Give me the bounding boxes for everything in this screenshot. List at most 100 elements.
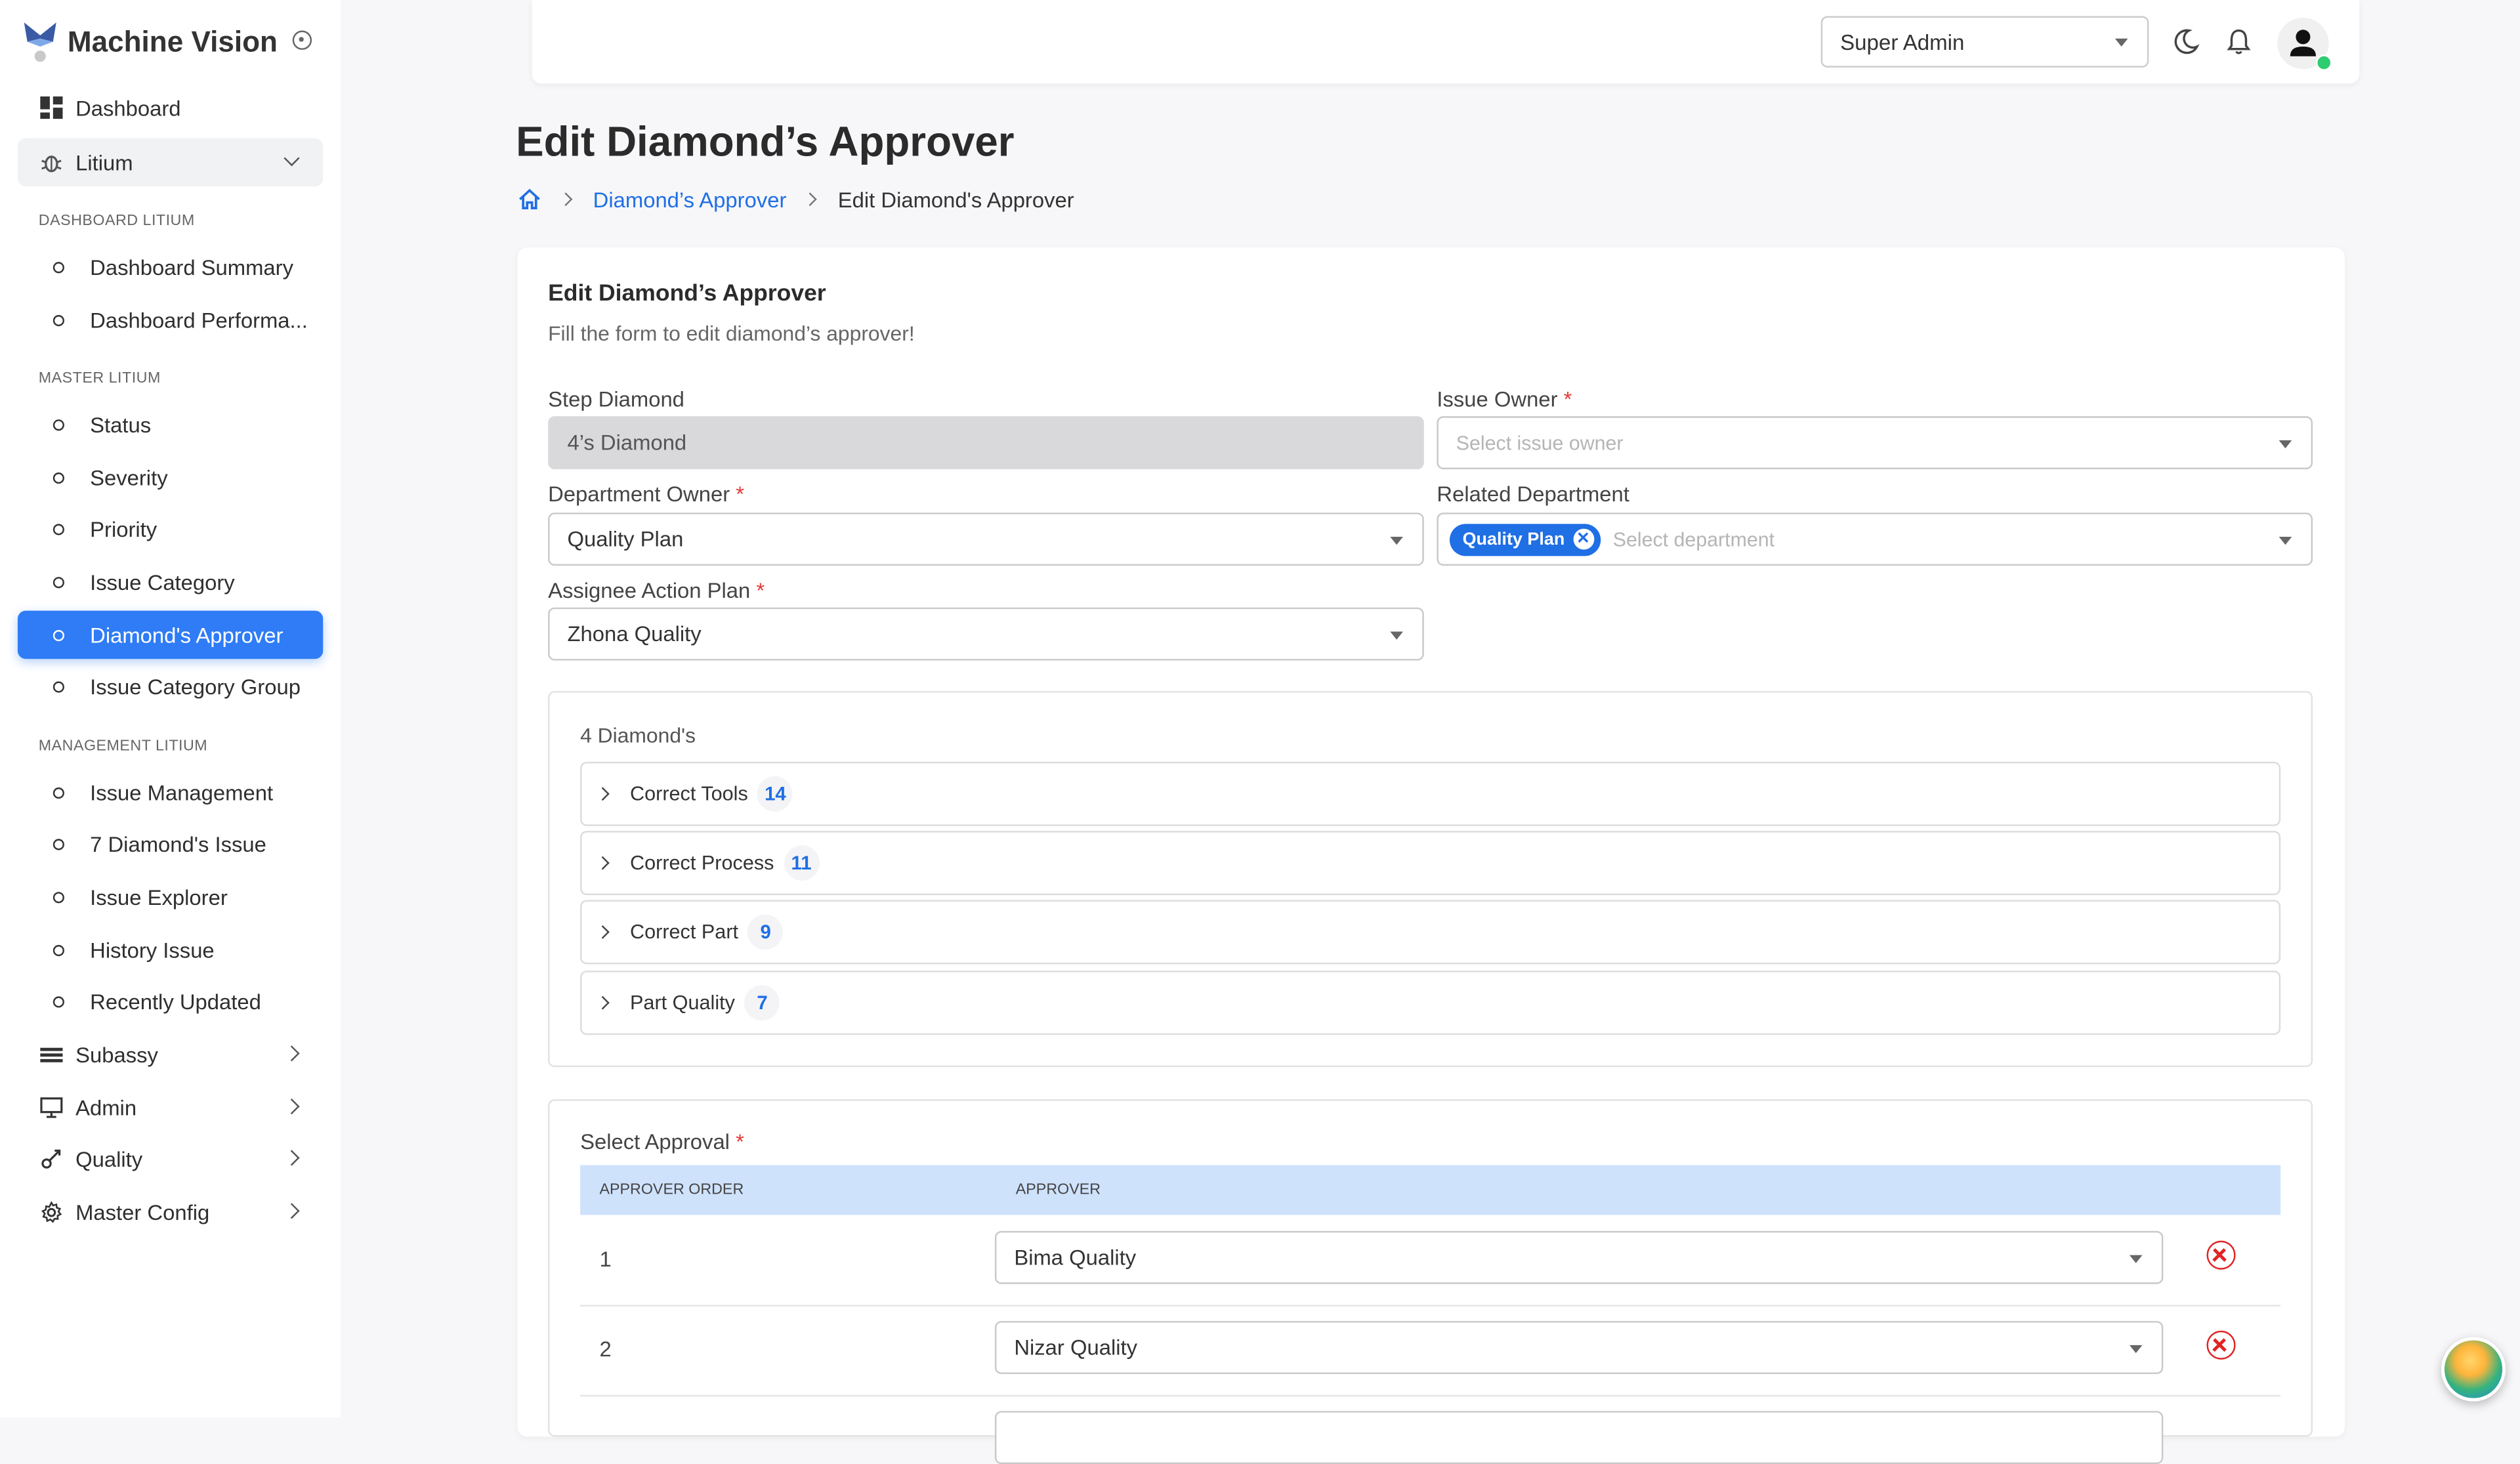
chevron-right-icon: [284, 1045, 300, 1062]
department-owner-select[interactable]: Quality Plan: [548, 512, 1424, 566]
step-diamond-field: 4’s Diamond: [548, 416, 1424, 470]
assignee-action-plan-label: Assignee Action Plan *: [548, 578, 765, 603]
column-approver-order: APPROVER ORDER: [599, 1181, 744, 1199]
approver-value: Bima Quality: [1014, 1245, 1137, 1270]
sidebar-item-diamonds-approver[interactable]: Diamond's Approver: [17, 610, 324, 659]
accordion-label: Correct Process: [630, 851, 774, 875]
approver-select[interactable]: Nizar Quality: [994, 1321, 2164, 1374]
step-diamond-value: 4’s Diamond: [567, 430, 687, 455]
logo-icon: [24, 22, 56, 62]
remove-approver-icon[interactable]: [2206, 1240, 2236, 1270]
remove-approver-icon[interactable]: [2206, 1330, 2236, 1360]
chevron-down-icon: [284, 150, 300, 167]
department-owner-label: Department Owner *: [548, 482, 745, 507]
sidebar-item-label: Dashboard Summary: [90, 255, 294, 279]
caret-down-icon: [1390, 536, 1403, 545]
sidebar-item-priority[interactable]: Priority: [18, 505, 323, 553]
chevron-right-icon: [284, 1098, 300, 1115]
chevron-right-icon: [595, 856, 610, 870]
sidebar-group-quality[interactable]: Quality: [18, 1135, 323, 1182]
count-badge: 14: [757, 776, 793, 812]
step-diamond-label: Step Diamond: [548, 387, 684, 411]
home-icon[interactable]: [518, 188, 542, 211]
approver-select[interactable]: [994, 1411, 2164, 1464]
circle-icon: [52, 314, 64, 325]
issue-owner-placeholder: Select issue owner: [1456, 431, 1624, 454]
row-divider: [580, 1394, 2281, 1397]
circle-icon: [52, 523, 64, 535]
breadcrumb-parent-link[interactable]: Diamond’s Approver: [593, 187, 787, 211]
section-management-litium: MANAGEMENT LITIUM: [38, 738, 208, 756]
quality-icon: [40, 1148, 62, 1170]
circle-icon: [52, 575, 64, 588]
sidebar-group-litium[interactable]: Litium: [17, 138, 324, 187]
sidebar-item-7-diamonds-issue[interactable]: 7 Diamond's Issue: [18, 820, 323, 868]
sidebar-item-dashboard-performance[interactable]: Dashboard Performa...: [18, 296, 323, 344]
sidebar-item-label: Priority: [90, 516, 158, 541]
chevron-right-icon: [595, 995, 610, 1010]
circle-icon: [52, 890, 64, 903]
sidebar-item-label: Severity: [90, 465, 168, 490]
page-title: Edit Diamond’s Approver: [516, 117, 1015, 166]
sidebar-item-status[interactable]: Status: [18, 400, 323, 448]
accordion-part-quality[interactable]: Part Quality 7: [580, 971, 2281, 1035]
sidebar-group-subassy[interactable]: Subassy: [18, 1030, 323, 1078]
select-approval-label: Select Approval *: [580, 1129, 744, 1154]
sidebar-item-dashboard[interactable]: Dashboard: [18, 83, 323, 131]
sidebar-item-label: Issue Explorer: [90, 885, 228, 909]
monitor-icon: [40, 1096, 63, 1118]
circle-icon: [52, 786, 64, 798]
accordion-correct-process[interactable]: Correct Process 11: [580, 831, 2281, 896]
chip-remove-icon[interactable]: ✕: [1572, 528, 1594, 550]
floating-assistant-button[interactable]: [2441, 1337, 2506, 1402]
breadcrumb: Diamond’s Approver Edit Diamond's Approv…: [518, 186, 1074, 212]
sidebar-item-recently-updated[interactable]: Recently Updated: [18, 977, 323, 1025]
sidebar-item-dashboard-summary[interactable]: Dashboard Summary: [18, 243, 323, 291]
sidebar-group-master-config[interactable]: Master Config: [18, 1188, 323, 1236]
approver-select[interactable]: Bima Quality: [994, 1230, 2164, 1284]
approval-table-header: APPROVER ORDER APPROVER: [580, 1165, 2281, 1215]
accordion-correct-tools[interactable]: Correct Tools 14: [580, 761, 2281, 826]
accordion-correct-part[interactable]: Correct Part 9: [580, 900, 2281, 965]
related-department-label: Related Department: [1437, 482, 1629, 507]
related-department-select[interactable]: Quality Plan ✕ Select department: [1437, 512, 2313, 566]
section-dashboard-litium: DASHBOARD LITIUM: [38, 212, 195, 230]
bell-icon[interactable]: [2224, 28, 2253, 56]
chevron-right-icon: [595, 787, 610, 801]
department-owner-value: Quality Plan: [567, 527, 684, 552]
sidebar-item-issue-management[interactable]: Issue Management: [18, 768, 323, 816]
approver-value: Nizar Quality: [1014, 1335, 1138, 1360]
chevron-right-icon: [284, 1203, 300, 1219]
caret-down-icon: [2114, 38, 2128, 47]
sidebar-item-label: Dashboard: [75, 95, 181, 120]
sidebar-toggle-icon[interactable]: [292, 30, 312, 50]
sidebar-item-label: Issue Category Group: [90, 674, 301, 699]
sidebar-item-severity[interactable]: Severity: [18, 453, 323, 501]
issue-owner-select[interactable]: Select issue owner: [1437, 416, 2313, 470]
sidebar-item-label: Litium: [75, 150, 133, 175]
sidebar-item-label: Status: [90, 412, 152, 436]
chevron-right-icon: [284, 1150, 300, 1166]
dark-mode-icon[interactable]: [2172, 28, 2200, 56]
sidebar-group-admin[interactable]: Admin: [18, 1083, 323, 1131]
sidebar-item-label: Admin: [75, 1095, 137, 1119]
bug-icon: [40, 151, 62, 173]
sidebar-item-label: Diamond's Approver: [90, 622, 284, 647]
sidebar-item-issue-category-group[interactable]: Issue Category Group: [18, 662, 323, 710]
sidebar-item-label: Issue Management: [90, 780, 274, 805]
sidebar-item-history-issue[interactable]: History Issue: [18, 926, 323, 974]
accordion-label: Part Quality: [630, 992, 735, 1014]
caret-down-icon: [2129, 1345, 2143, 1354]
related-department-placeholder: Select department: [1612, 528, 1775, 551]
section-master-litium: MASTER LITIUM: [38, 369, 161, 388]
brand[interactable]: Machine Vision: [22, 19, 278, 64]
sidebar-item-issue-category[interactable]: Issue Category: [18, 558, 323, 606]
online-status-dot: [2316, 54, 2332, 71]
role-value: Super Admin: [1840, 30, 1965, 54]
role-select[interactable]: Super Admin: [1820, 16, 2149, 68]
assignee-action-plan-select[interactable]: Zhona Quality: [548, 607, 1424, 661]
diamonds-title: 4 Diamond's: [580, 723, 696, 747]
form-subtitle: Fill the form to edit diamond’s approver…: [548, 321, 915, 346]
sidebar-item-issue-explorer[interactable]: Issue Explorer: [18, 873, 323, 921]
form-title: Edit Diamond’s Approver: [548, 281, 826, 307]
